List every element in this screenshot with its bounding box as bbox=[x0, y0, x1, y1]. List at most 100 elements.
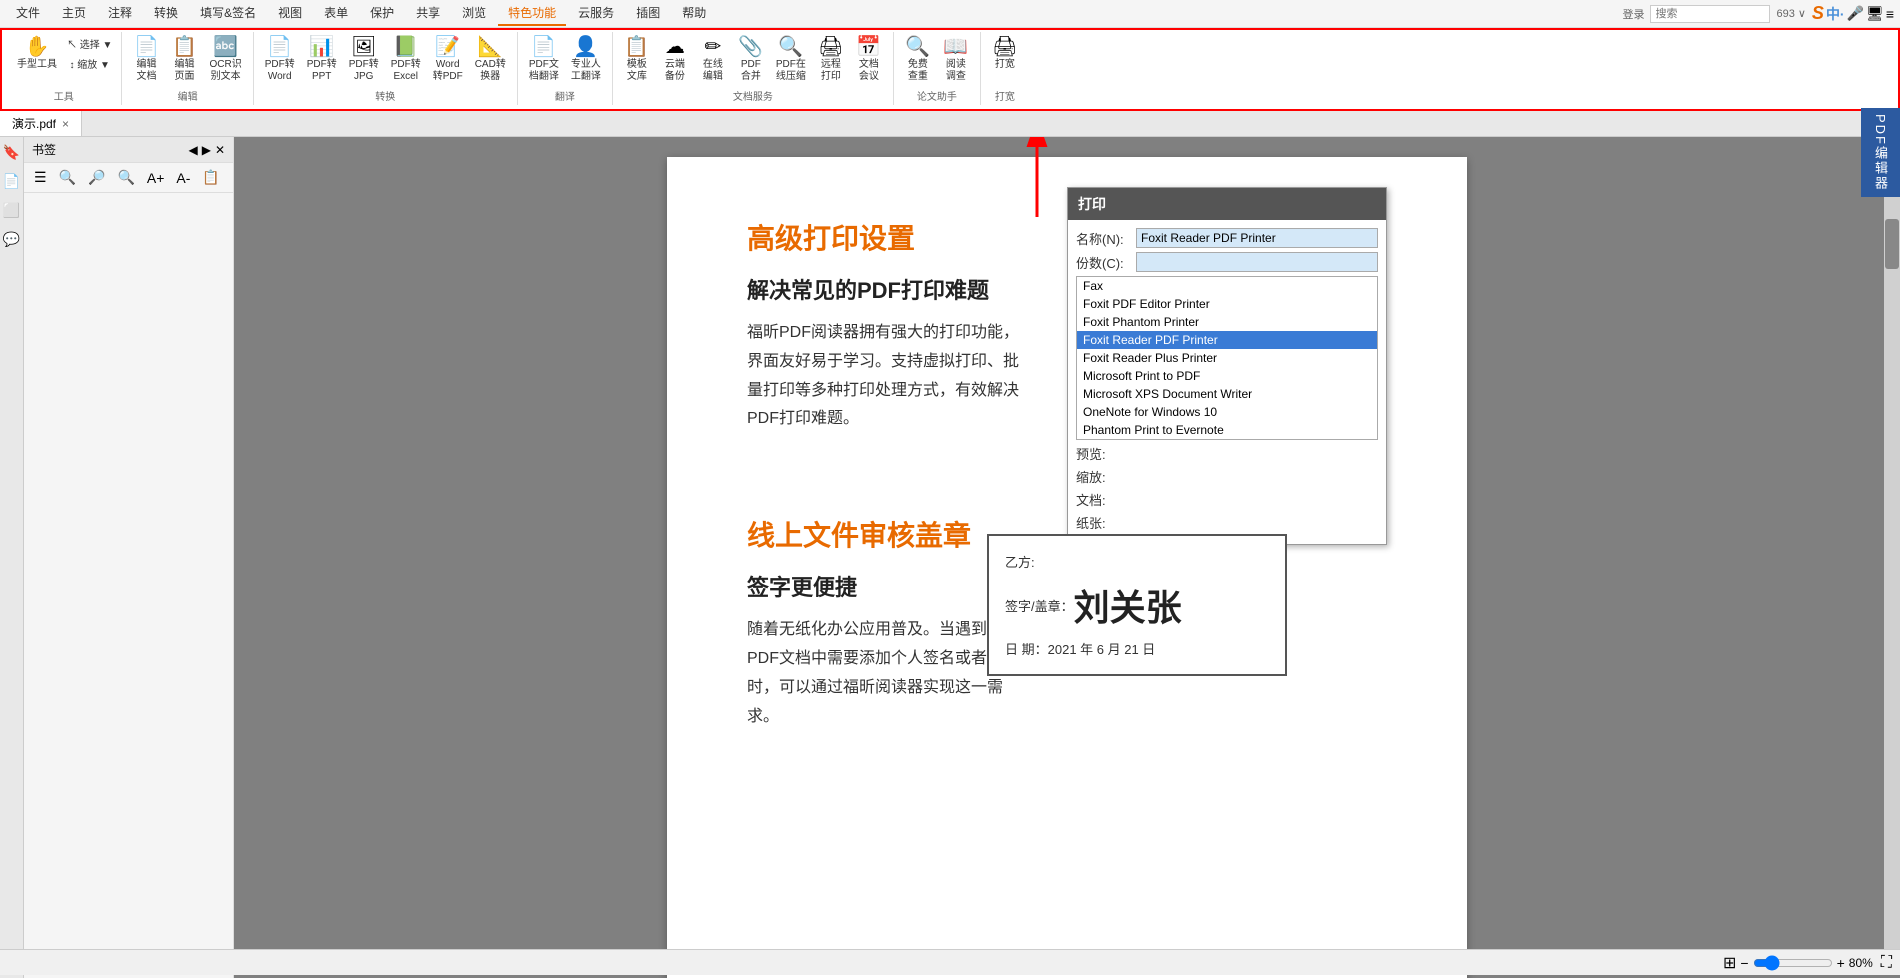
scrollbar-track[interactable] bbox=[1884, 137, 1900, 952]
tab-view[interactable]: 视图 bbox=[268, 1, 312, 26]
bookmark-icon[interactable]: 🔖 bbox=[0, 141, 23, 164]
doc-meeting-btn[interactable]: 📅 文档会议 bbox=[851, 34, 887, 86]
logo-menu-icon[interactable]: ≡ bbox=[1886, 6, 1894, 22]
remote-print-icon: 🖨 bbox=[818, 37, 843, 57]
section2: 线上文件审核盖章 签字更便捷 随着无纸化办公应用普及。当遇到使用PDF文档中需要… bbox=[747, 514, 1387, 751]
pdf-translate-icon: 📄 bbox=[531, 37, 556, 57]
printer-foxit-editor[interactable]: Foxit PDF Editor Printer bbox=[1077, 295, 1377, 313]
printer-phantom-evernote[interactable]: Phantom Print to Evernote bbox=[1077, 421, 1377, 439]
page-icon[interactable]: 📄 bbox=[0, 170, 23, 193]
sidebar-tool-font-up[interactable]: A+ bbox=[143, 168, 169, 188]
human-translate-label: 专业人工翻译 bbox=[571, 59, 601, 83]
assistant-group: 🔍 免费查重 📖 阅读调查 论文助手 bbox=[894, 32, 981, 105]
pdf-translate-btn[interactable]: 📄 PDF文档翻译 bbox=[524, 34, 564, 86]
template-btn[interactable]: 📋 模板文库 bbox=[619, 34, 655, 86]
sidebar-tool-search3[interactable]: 🔍 bbox=[113, 167, 138, 188]
tab-convert[interactable]: 转换 bbox=[144, 1, 188, 26]
word-to-pdf-btn[interactable]: 📝 Word转PDF bbox=[428, 34, 468, 86]
pdf-merge-btn[interactable]: 📎 PDF合并 bbox=[733, 34, 769, 86]
printer-fax[interactable]: Fax bbox=[1077, 277, 1377, 295]
scrollbar-thumb[interactable] bbox=[1885, 219, 1899, 269]
sidebar-close[interactable]: ✕ bbox=[215, 143, 225, 157]
sidebar-tool-list[interactable]: ☰ bbox=[30, 167, 51, 188]
pdf-compress-btn[interactable]: 🔍 PDF在线压缩 bbox=[771, 34, 811, 86]
sidebar-next[interactable]: ▶ bbox=[202, 143, 211, 157]
edit-doc-btn[interactable]: 📄 编辑文档 bbox=[128, 34, 164, 86]
tab-protect[interactable]: 保护 bbox=[360, 1, 404, 26]
human-translate-icon: 👤 bbox=[573, 37, 598, 57]
template-label: 模板文库 bbox=[627, 59, 647, 83]
sidebar-tool-font-down[interactable]: A- bbox=[172, 168, 194, 188]
zoom-minus-btn[interactable]: − bbox=[1740, 955, 1748, 971]
tab-file[interactable]: 文件 bbox=[6, 1, 50, 26]
seal-box: 乙方: 签字/盖章： 刘关张 日 期： 2021 年 6 月 21 日 bbox=[987, 534, 1287, 676]
tab-plugin[interactable]: 插图 bbox=[626, 1, 670, 26]
tab-annotate[interactable]: 注释 bbox=[98, 1, 142, 26]
print-dialog-title: 打印 bbox=[1068, 188, 1386, 220]
zoom-slider[interactable] bbox=[1753, 955, 1833, 971]
tab-share[interactable]: 共享 bbox=[406, 1, 450, 26]
translate-group-label: 翻译 bbox=[524, 88, 606, 103]
top-right-area: 登录 693 ∨ S 中· 🎤 🖥 ≡ bbox=[1622, 3, 1894, 24]
pdf-to-jpg-btn[interactable]: 🖼 PDF转JPG bbox=[344, 34, 384, 86]
ocr-btn[interactable]: 🔤 OCR识别文本 bbox=[204, 34, 246, 86]
seal-name: 刘关张 bbox=[1074, 579, 1182, 631]
edit-page-label: 编辑页面 bbox=[174, 59, 194, 83]
pdf-to-word-btn[interactable]: 📄 PDF转Word bbox=[260, 34, 300, 86]
logo-area: S 中· 🎤 🖥 ≡ bbox=[1812, 3, 1894, 24]
edit-page-btn[interactable]: 📋 编辑页面 bbox=[166, 34, 202, 86]
doc-tab[interactable]: 演示.pdf × bbox=[0, 111, 82, 136]
pdf-editor-panel-label[interactable]: PDF编辑器 bbox=[1861, 108, 1900, 197]
sidebar-prev[interactable]: ◀ bbox=[188, 143, 197, 157]
select-btn[interactable]: ↖ 选择 ▼ bbox=[64, 34, 115, 53]
pdf-to-excel-btn[interactable]: 📗 PDF转Excel bbox=[386, 34, 426, 86]
cloud-backup-btn[interactable]: ☁ 云端备份 bbox=[657, 34, 693, 86]
remote-print-btn[interactable]: 🖨 远程打印 bbox=[813, 34, 849, 86]
tab-help[interactable]: 帮助 bbox=[672, 1, 716, 26]
pdf-to-ppt-btn[interactable]: 📊 PDF转PPT bbox=[302, 34, 342, 86]
comment-icon[interactable]: 💬 bbox=[0, 228, 23, 251]
read-survey-btn[interactable]: 📖 阅读调查 bbox=[938, 34, 974, 86]
printer-foxit-plus[interactable]: Foxit Reader Plus Printer bbox=[1077, 349, 1377, 367]
edit-doc-icon: 📄 bbox=[134, 37, 159, 57]
printer-onenote[interactable]: OneNote for Windows 10 bbox=[1077, 403, 1377, 421]
zoom-btn[interactable]: ↕ 缩放 ▼ bbox=[64, 54, 115, 73]
sidebar-tool-search2[interactable]: 🔎 bbox=[84, 167, 109, 188]
section1-subtitle: 解决常见的PDF打印难题 bbox=[747, 273, 1027, 305]
tab-cloud[interactable]: 云服务 bbox=[568, 1, 624, 26]
sidebar-tool-clipboard[interactable]: 📋 bbox=[198, 167, 223, 188]
tab-sign[interactable]: 填写&签名 bbox=[190, 1, 266, 26]
sidebar-tool-search1[interactable]: 🔍 bbox=[55, 167, 80, 188]
online-edit-btn[interactable]: ✏ 在线编辑 bbox=[695, 34, 731, 86]
docservice-group-label: 文档服务 bbox=[619, 88, 887, 103]
print-name-input[interactable] bbox=[1136, 228, 1378, 248]
login-text[interactable]: 登录 bbox=[1622, 6, 1644, 22]
printer-foxit-reader[interactable]: Foxit Reader PDF Printer bbox=[1077, 331, 1377, 349]
layers-icon[interactable]: ⬜ bbox=[0, 199, 23, 222]
zoom-plus-btn[interactable]: + bbox=[1837, 955, 1845, 971]
print-row-doc: 文档: bbox=[1076, 490, 1378, 509]
human-translate-btn[interactable]: 👤 专业人工翻译 bbox=[566, 34, 606, 86]
tab-home[interactable]: 主页 bbox=[52, 1, 96, 26]
tab-special[interactable]: 特色功能 bbox=[498, 1, 566, 26]
tab-browse[interactable]: 浏览 bbox=[452, 1, 496, 26]
printer-foxit-phantom[interactable]: Foxit Phantom Printer bbox=[1077, 313, 1377, 331]
print-copies-input[interactable] bbox=[1136, 252, 1378, 272]
printer-ms-xps[interactable]: Microsoft XPS Document Writer bbox=[1077, 385, 1377, 403]
zoom-out-btn[interactable]: ⊞ bbox=[1723, 953, 1736, 973]
free-check-btn[interactable]: 🔍 免费查重 bbox=[900, 34, 936, 86]
search-input[interactable] bbox=[1650, 5, 1770, 23]
logo-mic-icon[interactable]: 🎤 bbox=[1847, 5, 1864, 22]
close-tab-btn[interactable]: × bbox=[62, 117, 69, 131]
printer-ms-pdf[interactable]: Microsoft Print to PDF bbox=[1077, 367, 1377, 385]
cad-converter-btn[interactable]: 📐 CAD转换器 bbox=[470, 34, 511, 86]
hand-tool-btn[interactable]: ✋ 手型工具 bbox=[12, 34, 62, 74]
print-buttons: 🖨 打宽 bbox=[987, 34, 1023, 86]
logo-screen-icon[interactable]: 🖥 bbox=[1866, 5, 1884, 22]
fullscreen-btn[interactable]: ⛶ bbox=[1881, 954, 1892, 972]
section2-text: 线上文件审核盖章 签字更便捷 随着无纸化办公应用普及。当遇到使用PDF文档中需要… bbox=[747, 514, 1027, 751]
tab-form[interactable]: 表单 bbox=[314, 1, 358, 26]
print-btn[interactable]: 🖨 打宽 bbox=[987, 34, 1023, 74]
zoom-controls: ⊞ − + 80% ⛶ bbox=[1723, 953, 1892, 973]
edit-doc-label: 编辑文档 bbox=[136, 59, 156, 83]
